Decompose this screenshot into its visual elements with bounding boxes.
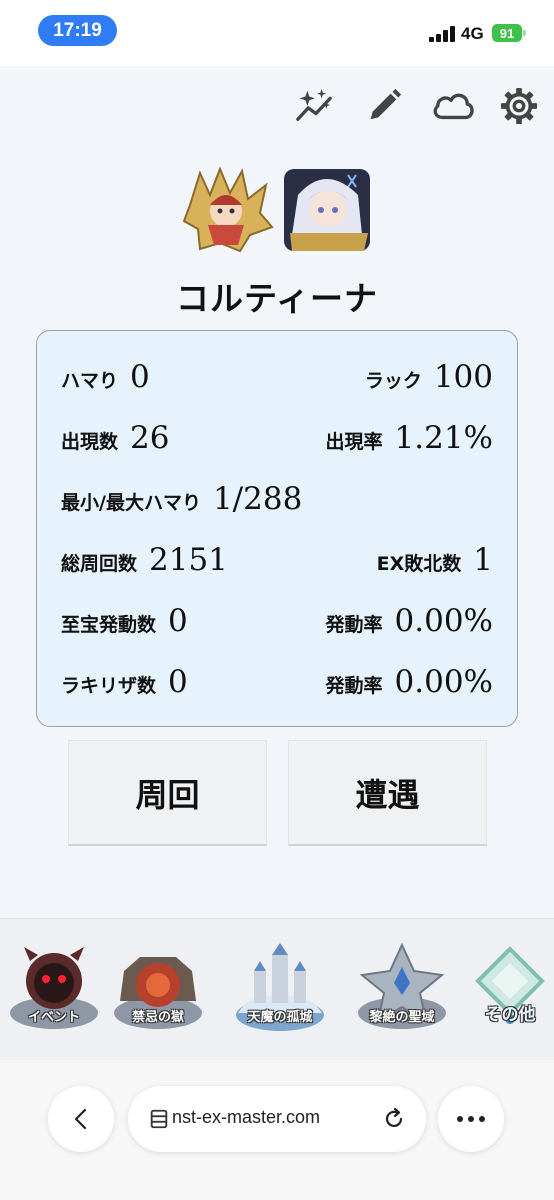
dungeon-forbidden-prison[interactable]: 禁忌の獄 (110, 941, 206, 1035)
sparkle-chart-icon[interactable] (294, 86, 334, 126)
run-button[interactable]: 周回 (68, 740, 267, 846)
status-bar: 17:19 4G 91 (0, 0, 554, 66)
stat-treasure-rate-value: 0.00% (394, 603, 493, 639)
stat-rakirisa-label: ラキリザ数 (61, 675, 157, 697)
dungeon-reizetsu-sanctuary-label: 黎絶の聖域 (369, 1010, 435, 1025)
stat-hamari-value: 0 (130, 359, 150, 395)
pencil-icon[interactable] (364, 86, 404, 126)
stat-minmax-hamari: 最小/最大ハマり 1/288 (61, 481, 302, 517)
stat-treasure-rate-label: 発動率 (325, 614, 383, 636)
stat-luck: ラック 100 (365, 359, 493, 395)
dungeon-other[interactable]: その他 (462, 941, 554, 1035)
cloud-icon[interactable] (430, 86, 476, 126)
stat-appear-count-value: 26 (130, 420, 170, 456)
stat-treasure-value: 0 (168, 603, 188, 639)
character-name: コルティーナ (175, 279, 379, 318)
stat-treasure-label: 至宝発動数 (61, 614, 157, 636)
browser-bar: nst-ex-master.com (0, 1060, 554, 1200)
stat-appear-rate-value: 1.21% (394, 420, 493, 456)
stat-appear-rate: 出現率 1.21% (326, 420, 494, 456)
character-avatar-1 (180, 165, 276, 255)
signal-icon (429, 26, 457, 42)
stat-rakirisa-value: 0 (168, 664, 188, 700)
stat-rakirisa-rate-value: 0.00% (394, 664, 493, 700)
stat-treasure-rate: 発動率 0.00% (326, 603, 494, 639)
dungeon-event-label: イベント (27, 1010, 80, 1025)
reload-icon[interactable] (382, 1107, 406, 1131)
stat-total-runs-value: 2151 (149, 542, 228, 578)
battery-icon: 91 (492, 24, 526, 42)
stat-hamari: ハマり 0 (61, 359, 150, 395)
stat-ex-defeat-label: EX敗北数 (376, 553, 462, 575)
more-button[interactable] (438, 1086, 504, 1152)
gear-icon[interactable] (499, 86, 539, 126)
back-button[interactable] (48, 1086, 114, 1152)
stat-total-runs-label: 総周回数 (61, 553, 138, 575)
stat-appear-count-label: 出現数 (61, 431, 119, 453)
chevron-left-icon (74, 1108, 87, 1130)
stat-total-runs: 総周回数 2151 (61, 542, 228, 578)
stat-ex-defeat-value: 1 (473, 542, 493, 578)
url-text: nst-ex-master.com (172, 1107, 321, 1127)
stats-panel: ハマり 0 ラック 100 出現数 26 出現率 1.21% 最小/最大ハマり … (36, 330, 518, 727)
dungeon-forbidden-prison-label: 禁忌の獄 (131, 1010, 184, 1025)
dungeon-tenma-castle[interactable]: 天魔の孤城 (232, 941, 328, 1035)
dungeon-reizetsu-sanctuary[interactable]: 黎絶の聖域 (354, 941, 450, 1035)
stat-minmax-label: 最小/最大ハマり (61, 492, 201, 514)
page-info-icon (150, 1109, 168, 1129)
stat-ex-defeat: EX敗北数 1 (377, 542, 493, 578)
address-bar[interactable]: nst-ex-master.com (128, 1086, 426, 1152)
stat-luck-value: 100 (433, 359, 493, 395)
character-avatar-cortina (278, 165, 374, 255)
stat-rakirisa-rate: 発動率 0.00% (326, 664, 494, 700)
stat-minmax-value: 1/288 (212, 481, 303, 517)
stat-appear-rate-label: 出現率 (325, 431, 383, 453)
dungeon-event[interactable]: イベント (6, 941, 102, 1035)
stat-hamari-label: ハマり (61, 370, 119, 392)
dungeon-tenma-castle-label: 天魔の孤城 (247, 1010, 313, 1025)
stat-luck-label: ラック (364, 370, 422, 392)
stat-treasure: 至宝発動数 0 (61, 603, 188, 639)
more-icon (457, 1116, 485, 1122)
encounter-button[interactable]: 遭遇 (288, 740, 487, 846)
stat-rakirisa-rate-label: 発動率 (325, 675, 383, 697)
dungeon-other-label: その他 (484, 1005, 536, 1025)
status-time: 17:19 (38, 15, 117, 46)
network-label: 4G (461, 24, 484, 43)
stat-rakirisa: ラキリザ数 0 (61, 664, 188, 700)
dungeon-bar: イベント 禁忌の獄 天魔の孤城 黎絶の聖域 その他 (0, 918, 554, 1060)
stat-appear-count: 出現数 26 (61, 420, 169, 456)
